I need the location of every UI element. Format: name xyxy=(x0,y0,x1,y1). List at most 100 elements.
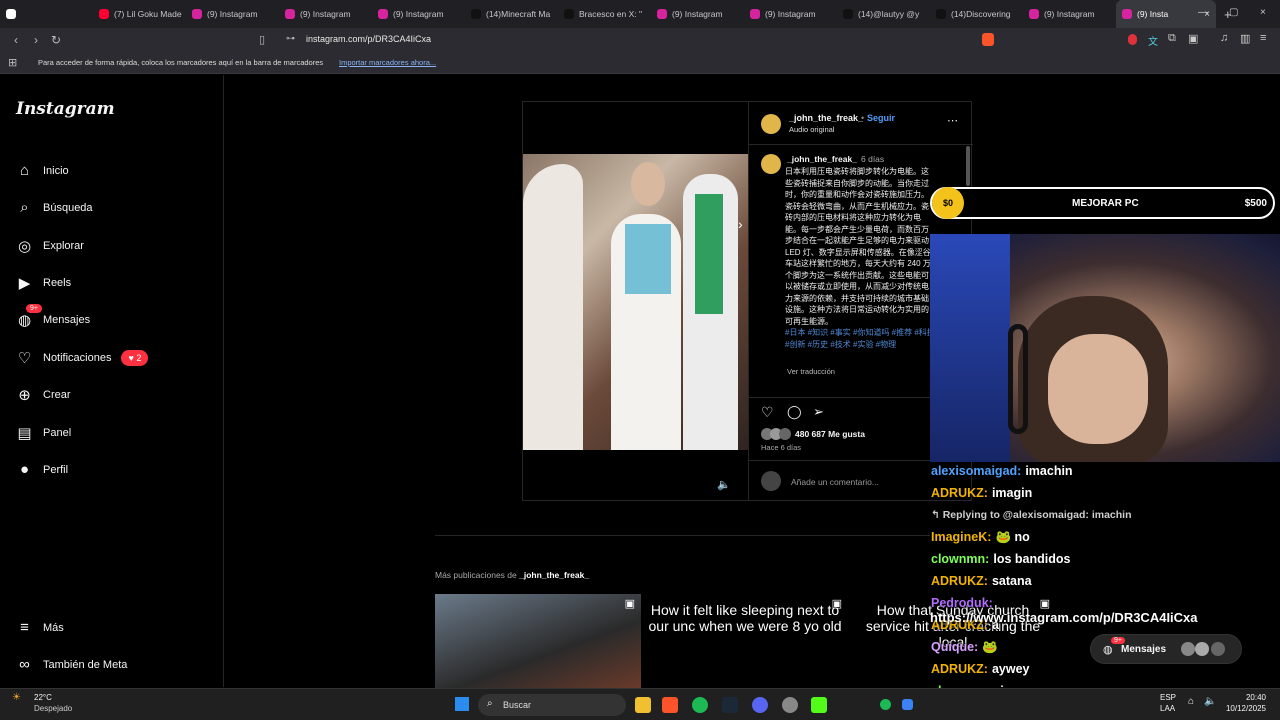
weather-temp[interactable]: 22°C xyxy=(34,693,52,702)
browser-tab[interactable]: (14)Minecraft Ma xyxy=(465,0,558,28)
heart-icon: ♡ xyxy=(17,350,32,367)
more-posts-user[interactable]: _john_the_freak_ xyxy=(519,570,589,580)
sidebar-bottom-item[interactable]: ∞ También de Meta xyxy=(16,656,127,673)
close-window-icon[interactable]: × xyxy=(1260,7,1266,18)
next-arrow-icon[interactable]: › xyxy=(738,216,743,232)
tray-app-icon[interactable] xyxy=(902,699,913,710)
audio-label[interactable]: Audio original xyxy=(789,125,834,134)
caption-scrollbar[interactable] xyxy=(966,146,970,186)
plus-icon: ⊕ xyxy=(18,387,31,404)
file-explorer-icon[interactable] xyxy=(635,697,651,713)
brave-icon[interactable] xyxy=(662,697,678,713)
mute-icon[interactable]: 🔈 xyxy=(717,478,731,491)
more-options-icon[interactable]: ⋯ xyxy=(947,114,958,127)
network-icon[interactable]: ⌂ xyxy=(1188,696,1194,707)
sidebar-item-inicio[interactable]: ⌂ Inicio xyxy=(16,162,69,179)
clock-time[interactable]: 20:40 xyxy=(1222,693,1266,702)
caption-username[interactable]: _john_the_freak_ xyxy=(787,154,857,164)
caption-avatar[interactable] xyxy=(761,154,781,174)
sidebar-item-reels[interactable]: ▶ Reels xyxy=(16,274,71,292)
sidebar-bottom-item[interactable]: ≡ Más xyxy=(16,619,64,636)
browser-tab[interactable]: (9) Instagram xyxy=(744,0,837,28)
discord-icon[interactable] xyxy=(752,697,768,713)
sidebar-item-label: Más xyxy=(43,621,64,634)
share-icon[interactable]: ➢ xyxy=(813,404,824,420)
language-top[interactable]: ESP xyxy=(1160,693,1176,702)
bookmarks-bar: ⊞ Para acceder de forma rápida, coloca l… xyxy=(0,52,1280,74)
browser-tab[interactable] xyxy=(0,0,93,28)
browser-tab[interactable]: (9) Instagram xyxy=(1023,0,1116,28)
more-post-thumb[interactable]: How it felt like sleeping next to our un… xyxy=(642,594,848,688)
taskbar-search[interactable]: ⌕ Buscar xyxy=(478,694,626,716)
bookmark-icon[interactable]: ▯ xyxy=(259,33,265,46)
comment-input[interactable]: Añade un comentario... xyxy=(791,477,879,487)
see-translation-link[interactable]: Ver traducción xyxy=(787,367,835,376)
compass-icon: ◎ xyxy=(17,238,32,255)
browser-tab[interactable]: (9) Instagram xyxy=(279,0,372,28)
chat-username: clownmn: xyxy=(931,552,990,566)
messages-pill[interactable]: ◍ 9+ Mensajes xyxy=(1090,634,1242,664)
brave-shield-icon[interactable] xyxy=(982,33,994,46)
translate-icon[interactable]: 文 xyxy=(1148,33,1158,48)
browser-tab[interactable]: (14)Discovering xyxy=(930,0,1023,28)
weather-icon[interactable]: ☀ xyxy=(12,692,21,703)
browser-tab[interactable]: Bracesco en X: " xyxy=(558,0,651,28)
more-post-thumb[interactable]: ▣ xyxy=(435,594,641,688)
likes-count[interactable]: 480 687 Me gusta xyxy=(795,429,865,439)
menu-icon[interactable]: ≡ xyxy=(1260,32,1266,44)
comment-icon[interactable]: ◯ xyxy=(787,404,802,420)
puzzle-icon[interactable]: ⧉ xyxy=(1168,32,1176,45)
more-posts-prefix: Más publicaciones de xyxy=(435,570,517,580)
site-info-icon[interactable]: ⊶ xyxy=(286,33,295,44)
tray-spotify-icon[interactable] xyxy=(880,699,891,710)
kick-icon[interactable] xyxy=(811,697,827,713)
chat-text: 🐸 no xyxy=(995,530,1030,544)
sidebar-item-panel[interactable]: ▤ Panel xyxy=(16,424,71,442)
weather-desc[interactable]: Despejado xyxy=(34,704,72,713)
browser-tab[interactable]: (9) Instagram xyxy=(372,0,465,28)
import-bookmarks-link[interactable]: Importar marcadores ahora... xyxy=(339,58,436,67)
start-icon[interactable] xyxy=(455,697,469,711)
extension-icon[interactable] xyxy=(1128,34,1137,45)
sidebar-item-mensajes[interactable]: ◍ Mensajes 9+ xyxy=(16,304,91,329)
maximize-icon[interactable]: ▢ xyxy=(1229,7,1238,18)
forward-icon[interactable]: › xyxy=(26,33,46,47)
conversation-avatar xyxy=(1181,642,1195,656)
language-bottom[interactable]: LAA xyxy=(1160,704,1175,713)
sidebar-item-label: Mensajes xyxy=(43,314,91,326)
settings-icon[interactable] xyxy=(782,697,798,713)
steam-icon[interactable] xyxy=(722,697,738,713)
apps-grid-icon[interactable]: ⊞ xyxy=(8,56,17,69)
sidebar-item-crear[interactable]: ⊕ Crear xyxy=(16,386,70,404)
downloads-icon[interactable]: ▣ xyxy=(1188,32,1198,45)
sidebar-item-perfil[interactable]: ● Perfil xyxy=(16,461,68,478)
reload-icon[interactable]: ↻ xyxy=(46,33,66,47)
sidebar-item-explorar[interactable]: ◎ Explorar xyxy=(16,237,84,255)
sidebar-item-bsqueda[interactable]: ⌕ Búsqueda xyxy=(16,199,92,216)
instagram-logo[interactable]: Instagram xyxy=(16,99,115,119)
music-icon[interactable]: ♫ xyxy=(1220,32,1228,44)
caption-hashtags[interactable]: #日本 #知识 #事实 #你知道吗 #推荐 #科技 #创新 #历史 #技术 #实… xyxy=(785,327,935,350)
spotify-icon[interactable] xyxy=(692,697,708,713)
browser-tab[interactable]: (14)@lautyy @y xyxy=(837,0,930,28)
upgrade-pc-bar: $0 MEJORAR PC $500 xyxy=(930,187,1275,219)
back-icon[interactable]: ‹ xyxy=(6,33,26,47)
sidebar-item-notificaciones[interactable]: ♡ Notificaciones ♥ 2 xyxy=(16,349,149,367)
follow-button[interactable]: Seguir xyxy=(867,113,895,123)
post-video[interactable]: › xyxy=(523,154,748,450)
url-field[interactable]: instagram.com/p/DR3CA4IiCxa xyxy=(306,34,431,44)
clock-date[interactable]: 10/12/2025 xyxy=(1222,704,1266,713)
sidebar-toggle-icon[interactable]: ▥ xyxy=(1240,32,1250,45)
chat-text: satana xyxy=(991,574,1032,588)
browser-tab[interactable]: (9) Instagram xyxy=(651,0,744,28)
meta-icon: ∞ xyxy=(19,656,30,673)
browser-tab[interactable]: (7) Lil Goku Made xyxy=(93,0,186,28)
tab-favicon-icon xyxy=(1122,9,1132,19)
minimize-icon[interactable]: — xyxy=(1198,7,1208,18)
author-username[interactable]: _john_the_freak_ xyxy=(789,113,863,123)
volume-icon[interactable]: 🔈 xyxy=(1204,696,1216,707)
author-avatar[interactable] xyxy=(761,114,781,134)
chat-username: alexisomaigad: xyxy=(931,464,1022,478)
browser-tab[interactable]: (9) Instagram xyxy=(186,0,279,28)
like-icon[interactable]: ♡ xyxy=(761,404,774,421)
